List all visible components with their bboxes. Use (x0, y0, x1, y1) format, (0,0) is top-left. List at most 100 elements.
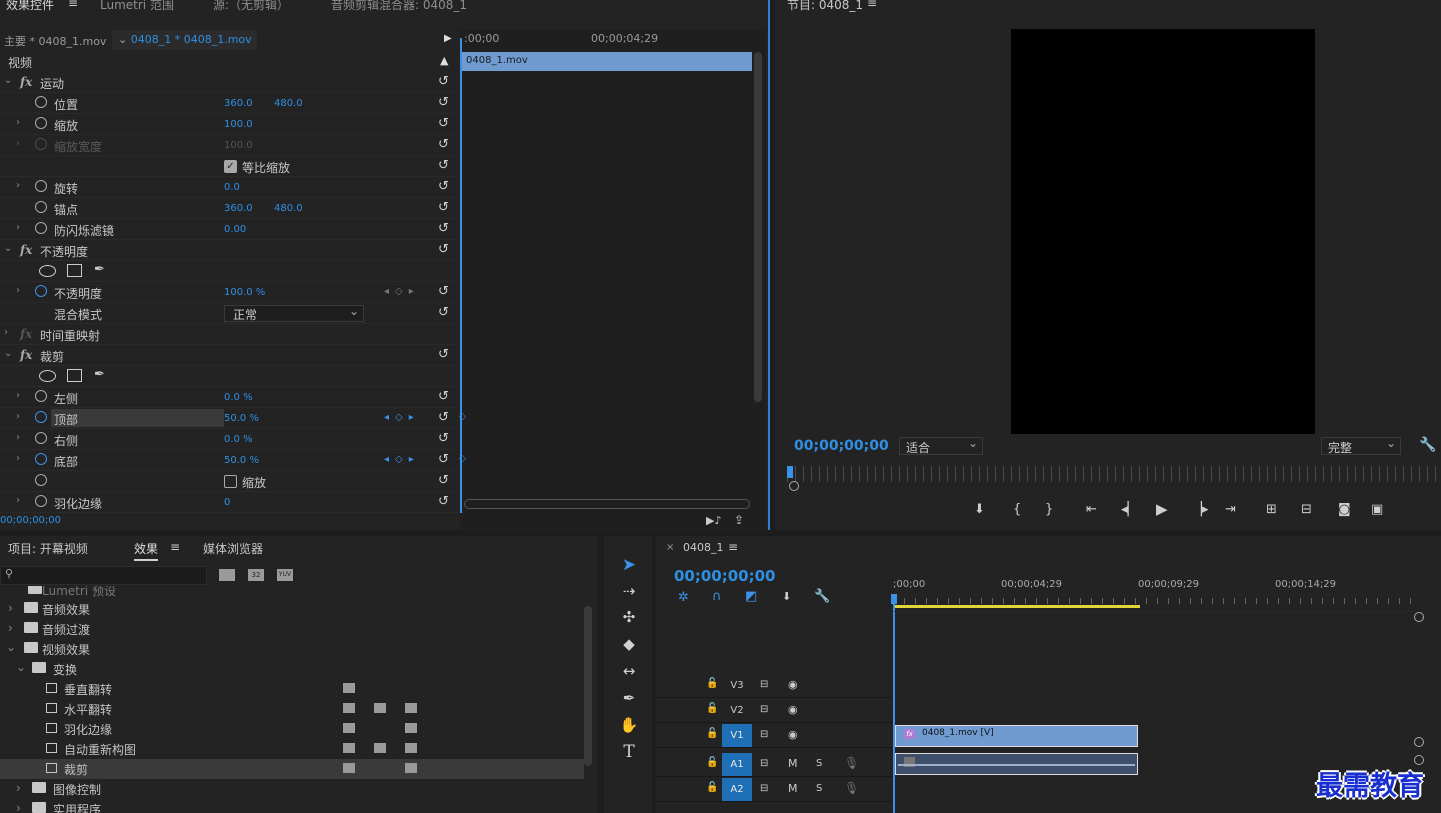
chevron-down-icon[interactable]: ⌄ (4, 348, 12, 359)
effect-row-crop[interactable]: ⌄ fx 裁剪 ↺ (0, 345, 458, 366)
reset-icon[interactable]: ↺ (438, 473, 449, 488)
mute-button[interactable]: M (788, 757, 798, 770)
timeline-settings-icon[interactable]: 🔧 (814, 589, 830, 604)
stopwatch-icon[interactable] (35, 411, 47, 423)
panel-menu-icon[interactable]: ≡ (68, 0, 78, 10)
tree-item-audio-transitions[interactable]: › 音频过渡 (0, 619, 580, 639)
slip-tool-icon[interactable]: ↔ (619, 662, 639, 682)
track-name[interactable]: A1 (722, 753, 752, 776)
stopwatch-icon[interactable] (35, 453, 47, 465)
chevron-down-icon[interactable]: ⌄ (16, 660, 26, 674)
keyframe-nav-icon[interactable]: ◂◇▸ (384, 286, 420, 297)
track-name[interactable]: V3 (722, 674, 752, 697)
reset-icon[interactable]: ↺ (438, 200, 449, 215)
tab-media-browser[interactable]: 媒体浏览器 (203, 540, 263, 557)
chevron-right-icon[interactable]: › (16, 453, 20, 464)
chevron-right-icon[interactable]: › (16, 180, 20, 191)
chevron-right-icon[interactable]: › (16, 222, 20, 233)
stopwatch-icon[interactable] (35, 474, 47, 486)
program-timecode[interactable]: 00;00;00;00 (794, 438, 889, 454)
chevron-right-icon[interactable]: › (4, 327, 8, 338)
reset-icon[interactable]: ↺ (438, 74, 449, 89)
selection-tool-icon[interactable]: ➤ (619, 555, 639, 575)
param-value-x[interactable]: 360.0 (224, 203, 253, 214)
play-audio-icon[interactable]: ▶♪ (706, 514, 721, 527)
tab-project[interactable]: 项目: 开幕视频 (8, 540, 88, 557)
go-to-out-icon[interactable]: ⇥ (1225, 502, 1236, 517)
param-value[interactable]: 0.00 (224, 224, 246, 235)
lock-icon[interactable]: 🔓 (706, 757, 718, 768)
mark-out-icon[interactable]: } (1045, 502, 1053, 517)
param-value[interactable]: 100.0 % (224, 287, 265, 298)
comparison-view-icon[interactable]: ▣ (1371, 502, 1383, 517)
reset-icon[interactable]: ↺ (438, 179, 449, 194)
tree-item-vertical-flip[interactable]: 垂直翻转 (0, 679, 580, 699)
tree-item-image-control[interactable]: › 图像控制 (0, 779, 580, 799)
tab-effect-controls[interactable]: 效果控件 (6, 0, 54, 13)
ellipse-mask-icon[interactable] (39, 265, 56, 277)
type-tool-icon[interactable]: T (619, 742, 639, 762)
track-name[interactable]: V1 (722, 724, 752, 747)
lock-icon[interactable]: 🔓 (706, 782, 718, 793)
program-timeline-ruler[interactable] (787, 466, 1437, 482)
reset-icon[interactable]: ↺ (438, 305, 449, 320)
microphone-icon[interactable]: 🎙 (844, 756, 859, 770)
tree-item-utility[interactable]: › 实用程序 (0, 799, 580, 813)
razor-tool-icon[interactable]: ◆ (619, 635, 639, 655)
ec-timeline-ruler[interactable]: :00;00 00;00;04;29 (460, 30, 760, 50)
ec-horizontal-scrollbar[interactable] (464, 499, 750, 509)
effect-row-opacity[interactable]: ⌄ fx 不透明度 ↺ (0, 240, 458, 261)
sync-lock-icon[interactable]: ⊟ (760, 704, 768, 715)
extract-icon[interactable]: ⊟ (1301, 502, 1312, 517)
eye-icon[interactable]: ◉ (788, 703, 798, 716)
reset-icon[interactable]: ↺ (438, 242, 449, 257)
add-marker-icon[interactable]: ⬇ (782, 590, 791, 603)
nest-toggle-icon[interactable]: ✲ (678, 590, 689, 605)
keyframe-icon[interactable]: ◇ (459, 454, 466, 464)
zoom-checkbox[interactable] (224, 475, 237, 488)
stopwatch-icon[interactable] (35, 285, 47, 297)
solo-button[interactable]: S (816, 783, 822, 794)
footer-timecode[interactable]: 00;00;00;00 (0, 515, 61, 526)
ellipse-mask-icon[interactable] (39, 370, 56, 382)
tab-source[interactable]: 源:（无剪辑） (213, 0, 289, 13)
program-video-frame[interactable] (1011, 29, 1315, 434)
param-value[interactable]: 0.0 % (224, 392, 253, 403)
tree-item-video-effects[interactable]: ⌄ 视频效果 (0, 639, 580, 659)
tab-effects[interactable]: 效果 (134, 540, 159, 561)
pen-tool-icon[interactable]: ✒ (619, 689, 639, 709)
reset-icon[interactable]: ↺ (438, 410, 449, 425)
rectangle-mask-icon[interactable] (67, 264, 82, 277)
timeline-vscroll-handle[interactable] (1414, 612, 1424, 622)
camera-icon[interactable]: ◙ (1338, 502, 1351, 517)
accelerated-effects-icon[interactable] (219, 569, 235, 581)
sequence-clip-dropdown[interactable]: ⌄ 0408_1 * 0408_1.mov (112, 30, 257, 50)
timeline-ruler[interactable]: ;00;00 00;00;04;29 00;00;09;29 00;00;14;… (893, 576, 1413, 608)
quality-dropdown[interactable]: 完整 ⌄ (1321, 436, 1401, 455)
chevron-right-icon[interactable]: › (16, 801, 21, 813)
tab-program[interactable]: 节目: 0408_1 (787, 0, 863, 13)
stopwatch-icon[interactable] (35, 222, 47, 234)
ec-vertical-scrollbar[interactable] (754, 52, 762, 402)
chevron-right-icon[interactable]: › (8, 601, 13, 615)
hand-tool-icon[interactable]: ✋ (619, 716, 639, 736)
effects-scrollbar[interactable] (584, 606, 592, 766)
master-clip-label[interactable]: 主要 * 0408_1.mov (4, 33, 106, 49)
chevron-down-icon[interactable]: ⌄ (4, 75, 12, 86)
sync-lock-icon[interactable]: ⊟ (760, 729, 768, 740)
track-header-v3[interactable]: 🔓 V3 ⊟ ◉ (656, 674, 892, 698)
program-playhead[interactable] (787, 466, 793, 478)
reset-icon[interactable]: ↺ (438, 221, 449, 236)
tree-item-lumetri-presets[interactable]: Lumetri 预设 (0, 586, 580, 600)
ec-clip-bar[interactable]: 0408_1.mov (462, 52, 752, 71)
track-name[interactable]: A2 (722, 778, 752, 801)
pen-mask-icon[interactable]: ✒ (94, 262, 105, 277)
collapse-icon[interactable]: ▲ (440, 54, 448, 67)
mark-in-icon[interactable]: { (1013, 502, 1021, 517)
sequence-tab[interactable]: 0408_1 (683, 541, 724, 554)
panel-menu-icon[interactable]: ≡ (867, 0, 877, 10)
tree-item-audio-effects[interactable]: › 音频效果 (0, 599, 580, 619)
param-value[interactable]: 50.0 % (224, 413, 259, 424)
add-marker-icon[interactable]: ⬇ (974, 502, 985, 517)
reset-icon[interactable]: ↺ (438, 116, 449, 131)
